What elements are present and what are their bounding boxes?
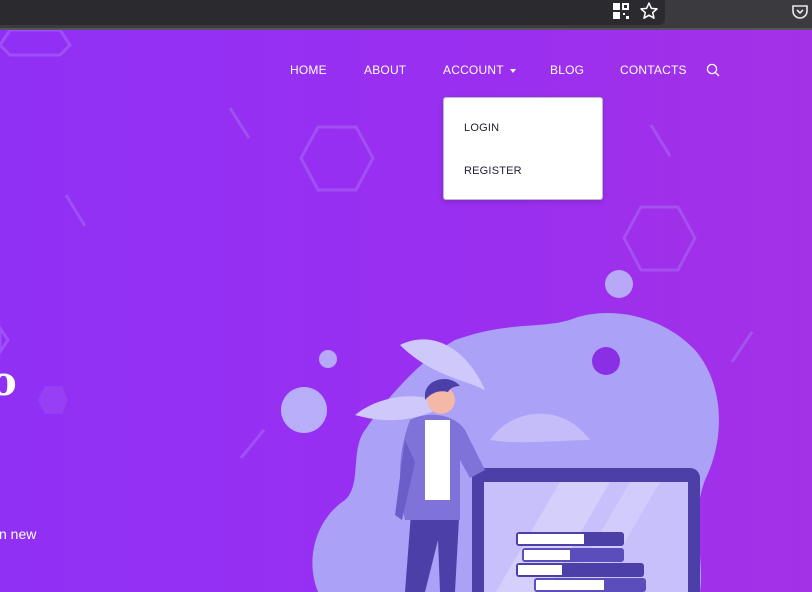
- nav-blog[interactable]: BLOG: [550, 63, 584, 77]
- nav-account[interactable]: ACCOUNT: [443, 63, 516, 77]
- dropdown-item-register[interactable]: REGISTER: [464, 165, 522, 177]
- nav-contacts[interactable]: CONTACTS: [620, 63, 687, 77]
- bubble-left-large: [281, 387, 327, 433]
- main-nav: HOME ABOUT ACCOUNT BLOG CONTACTS: [0, 30, 812, 77]
- hero-subtitle-fragment: n new: [0, 526, 37, 542]
- account-dropdown: LOGIN REGISTER: [443, 97, 603, 200]
- hero-title-fragment: o: [0, 358, 17, 405]
- bubble-dark: [592, 347, 620, 375]
- dropdown-item-login[interactable]: LOGIN: [464, 122, 499, 134]
- caret-down-icon: [509, 68, 516, 73]
- nav-account-label: ACCOUNT: [443, 63, 504, 77]
- search-icon[interactable]: [706, 63, 720, 77]
- bubble-left-small: [319, 350, 337, 368]
- nav-home[interactable]: HOME: [290, 63, 327, 77]
- person-shirt: [425, 420, 450, 500]
- bubble-small: [605, 270, 633, 298]
- hero-illustration: [281, 270, 719, 592]
- nav-about[interactable]: ABOUT: [364, 63, 406, 77]
